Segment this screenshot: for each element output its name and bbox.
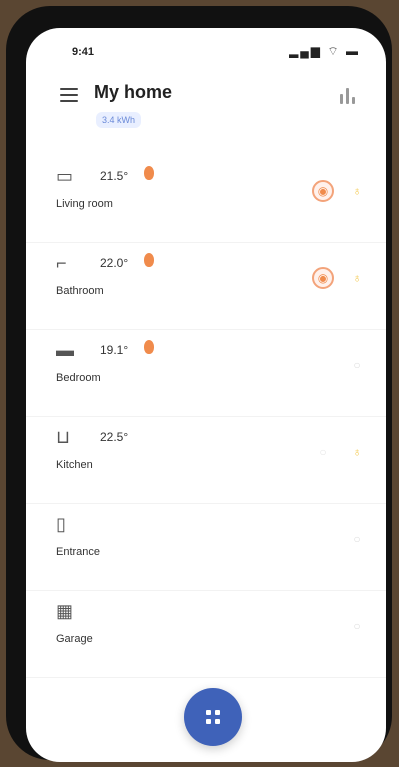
room-name: Entrance [56,546,101,558]
room-name: Bathroom [56,285,104,297]
room-name: Living room [56,198,113,210]
room-row[interactable]: ▦ Garage ○ [26,591,386,678]
room-temperature: 19.1° [100,343,129,357]
light-bulb-icon[interactable]: ♁ [346,267,368,289]
status-bar: 9:41 ▂▄▆ ⌔ ▬ [26,28,386,68]
flame-icon [144,340,154,354]
light-bulb-icon[interactable]: ♁ [346,441,368,463]
room-row[interactable]: ⊔ 22.5° Kitchen ○ ♁ [26,417,386,504]
grid-icon [206,710,220,724]
bed-icon: ▬ [56,340,74,360]
page-title: My home [94,82,173,102]
device-icon[interactable]: ○ [312,441,334,463]
sofa-icon: ▭ [56,166,74,186]
menu-icon[interactable] [60,88,78,102]
devices-button[interactable] [184,688,242,746]
app-screen: 9:41 ▂▄▆ ⌔ ▬ My home 3.4 kWh ▭ 21.5° Livin… [26,28,386,762]
light-bulb-icon[interactable]: ♁ [346,180,368,202]
status-time: 9:41 [72,46,95,58]
thermostat-icon[interactable]: ◉ [312,180,334,202]
bath-icon: ⌐ [56,253,67,273]
room-row[interactable]: ⌐ 22.0° Bathroom ◉ ♁ [26,243,386,330]
pot-icon: ⊔ [56,427,71,447]
device-icon[interactable]: ○ [346,528,368,550]
stats-icon[interactable] [338,86,356,104]
room-row[interactable]: ▭ 21.5° Living room ◉ ♁ [26,156,386,243]
flame-icon [144,253,154,267]
garage-icon: ▦ [56,601,74,621]
energy-badge: 3.4 kWh [96,112,142,128]
device-icon[interactable]: ○ [346,354,368,376]
room-name: Kitchen [56,459,93,471]
header: My home 3.4 kWh [26,76,386,156]
phone-frame: 9:41 ▂▄▆ ⌔ ▬ My home 3.4 kWh ▭ 21.5° Livin… [6,6,392,762]
room-temperature: 22.0° [100,256,129,270]
flame-icon [144,166,154,180]
room-name: Bedroom [56,372,101,384]
room-row[interactable]: ▬ 19.1° Bedroom ○ [26,330,386,417]
room-temperature: 21.5° [100,169,129,183]
room-list: ▭ 21.5° Living room ◉ ♁ ⌐ 22.0° Bathroom ◉ ♁ ▬ 19.1… [26,156,386,678]
thermostat-icon[interactable]: ◉ [312,267,334,289]
room-temperature: 22.5° [100,430,129,444]
door-icon: ▯ [56,514,66,534]
room-row[interactable]: ▯ Entrance ○ [26,504,386,591]
device-icon[interactable]: ○ [346,615,368,637]
room-name: Garage [56,633,93,645]
status-icons: ▂▄▆ ⌔ ▬ [289,44,360,58]
